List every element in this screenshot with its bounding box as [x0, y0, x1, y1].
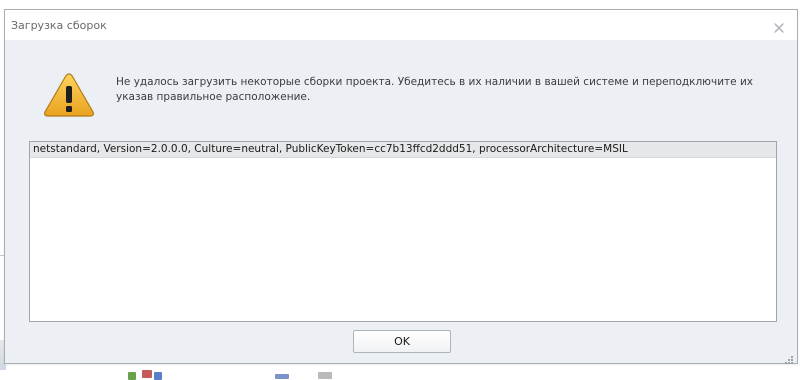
background-app-icon [275, 374, 289, 379]
dialog-title: Загрузка сборок [11, 19, 107, 32]
ok-button[interactable]: OK [353, 330, 451, 353]
background-app-icon [318, 372, 332, 379]
list-item[interactable]: netstandard, Version=2.0.0.0, Culture=ne… [30, 142, 776, 158]
background-app-icon [154, 372, 162, 380]
background-app-icon [128, 372, 136, 380]
resize-grip-icon[interactable] [784, 350, 794, 364]
error-message: Не удалось загрузить некоторые сборки пр… [116, 76, 753, 103]
assembly-load-dialog: Загрузка сборок Не удалось загрузить нек… [4, 9, 798, 364]
dialog-titlebar[interactable]: Загрузка сборок [5, 10, 797, 40]
close-button[interactable] [773, 19, 785, 34]
close-icon [773, 22, 785, 34]
warning-triangle-icon [43, 72, 95, 118]
screen: Загрузка сборок Не удалось загрузить нек… [0, 0, 800, 380]
assembly-list[interactable]: netstandard, Version=2.0.0.0, Culture=ne… [29, 141, 777, 322]
background-app-icon [142, 370, 152, 378]
